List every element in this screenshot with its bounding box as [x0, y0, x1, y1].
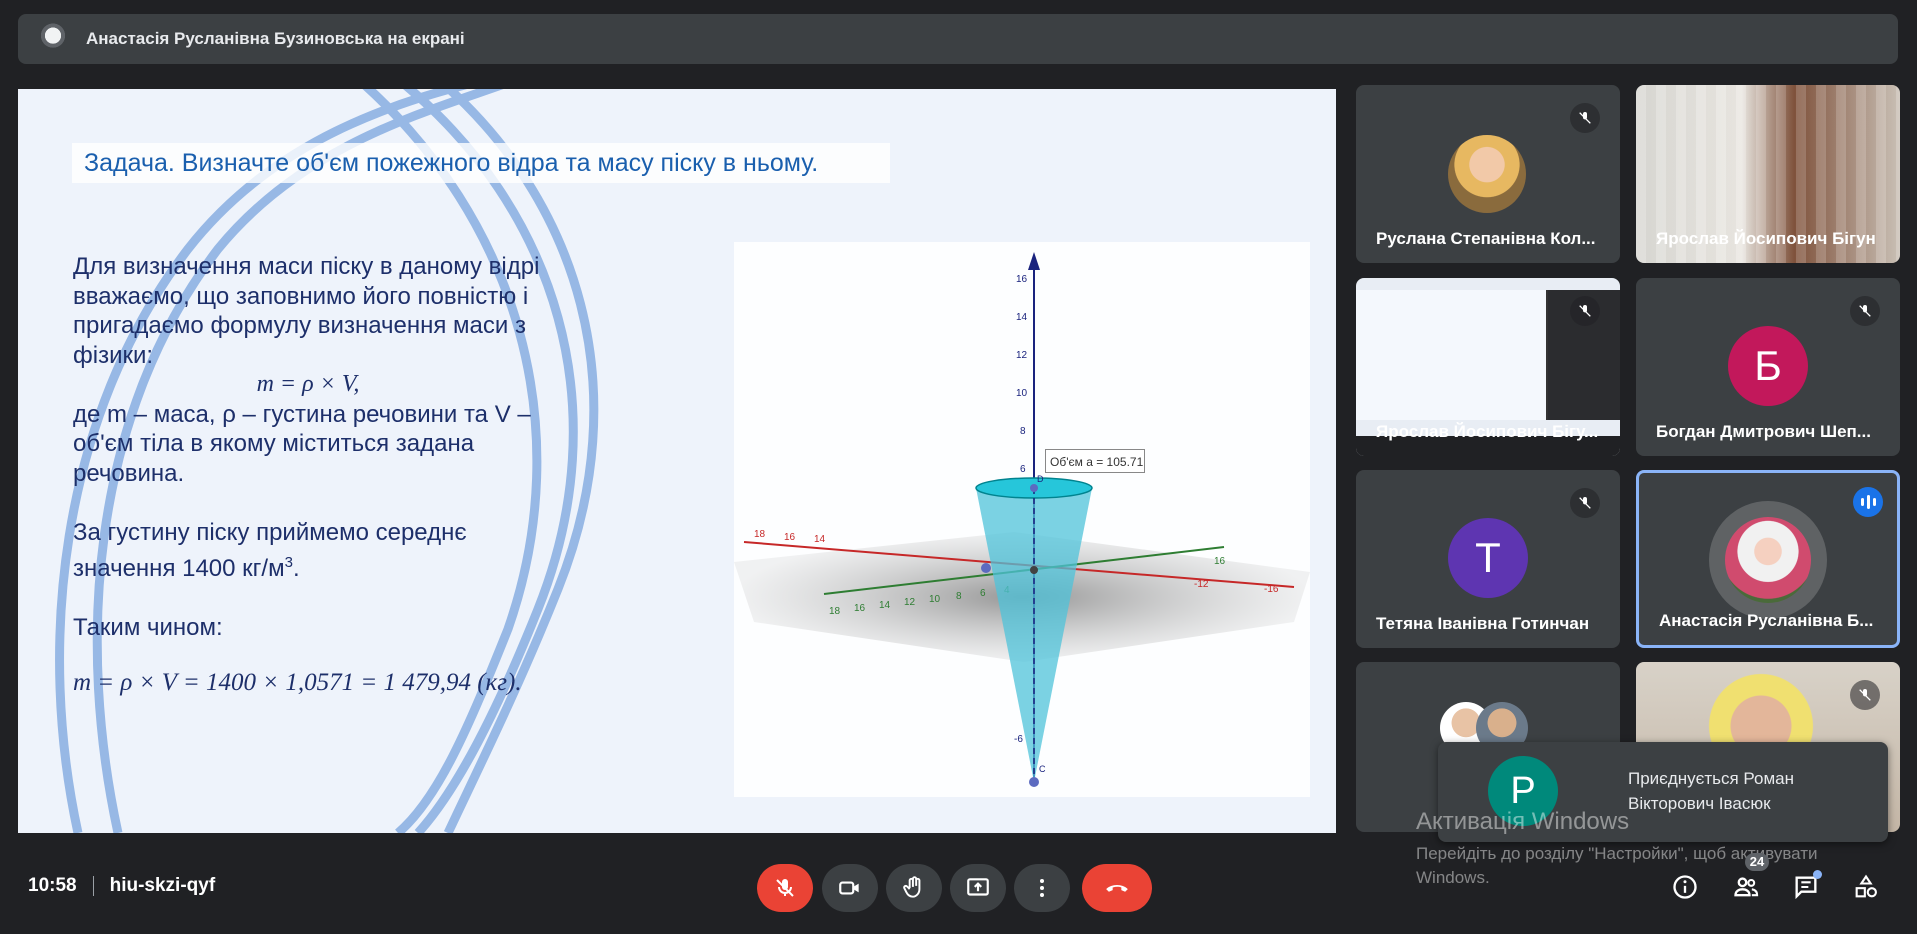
meeting-info: 10:58 hiu-skzi-qyf	[28, 875, 215, 897]
text-line: об'єм тіла в якому міститься задана	[73, 430, 475, 457]
camera-toggle-button[interactable]	[822, 864, 878, 912]
participant-name: Ярослав Йосипович Бігу...	[1376, 422, 1599, 441]
participant-tile[interactable]: Б Богдан Дмитрович Шеп...	[1636, 278, 1900, 456]
participant-initial: Б	[1728, 326, 1808, 406]
mic-off-icon	[1570, 488, 1600, 518]
svg-text:8: 8	[1020, 426, 1026, 437]
text-line: де m – маса, ρ – густина речовини та V –	[73, 400, 531, 428]
more-options-button[interactable]	[1014, 864, 1070, 912]
svg-text:C: C	[1039, 764, 1046, 774]
svg-text:D: D	[1037, 474, 1044, 484]
mic-off-icon	[1570, 103, 1600, 133]
participant-name: Тетяна Іванівна Готинчан	[1376, 614, 1590, 633]
screen-share-thumb	[1356, 290, 1548, 420]
end-call-icon	[1106, 885, 1128, 892]
camera-icon	[839, 881, 859, 895]
final-formula: m = ρ × V = 1400 × 1,0571 = 1 479,94 (кг…	[73, 668, 522, 696]
participant-tile[interactable]: Ярослав Йосипович Бігун	[1636, 85, 1900, 263]
participant-tile[interactable]: Ярослав Йосипович Бігу...	[1356, 278, 1620, 456]
info-icon	[1673, 875, 1697, 899]
density-line: значення 1400 кг/м3.	[73, 553, 300, 582]
svg-text:-6: -6	[1014, 734, 1023, 745]
mic-off-icon	[1850, 296, 1880, 326]
toast-line: Приєднується Роман	[1628, 769, 1794, 788]
raise-hand-icon	[903, 876, 921, 898]
speaking-icon	[1853, 487, 1883, 517]
svg-text:-12: -12	[1194, 579, 1209, 590]
participant-initial: T	[1448, 518, 1528, 598]
svg-text:10: 10	[1016, 388, 1028, 399]
participant-avatar	[1725, 517, 1811, 603]
mic-off-icon	[1570, 296, 1600, 326]
meeting-details-button[interactable]	[1669, 871, 1701, 903]
cone-3d-graph: 16 14 12 10 8 6 -6 18 16 14 -12 -16 18 1…	[734, 242, 1310, 797]
participant-avatar	[1448, 135, 1526, 213]
participant-tile[interactable]: T Тетяна Іванівна Готинчан	[1356, 470, 1620, 648]
svg-text:10: 10	[929, 594, 941, 605]
mic-off-icon	[1850, 680, 1880, 710]
mic-toggle-button[interactable]	[757, 864, 813, 912]
chat-unread-dot	[1813, 870, 1822, 879]
presentation-header: Анастасія Русланівна Бузиновська на екра…	[18, 14, 1898, 64]
svg-text:6: 6	[980, 588, 986, 599]
mic-off-icon	[776, 879, 794, 897]
slide-body: Для визначення маси піску в даному відрі…	[73, 252, 603, 697]
text-line: речовина.	[73, 459, 185, 487]
svg-text:-16: -16	[1264, 584, 1279, 595]
svg-text:16: 16	[784, 532, 796, 543]
present-icon	[967, 878, 989, 896]
present-button[interactable]	[950, 864, 1006, 912]
svg-text:12: 12	[904, 597, 916, 608]
text-line: пригадаємо формулу визначення маси з	[73, 312, 526, 339]
leave-call-button[interactable]	[1082, 864, 1152, 912]
svg-text:16: 16	[1214, 556, 1226, 567]
participant-tile[interactable]: Руслана Степанівна Кол...	[1356, 85, 1620, 263]
slide-title: Задача. Визначте об'єм пожежного відра т…	[72, 143, 890, 183]
participants-count-badge: 24	[1745, 853, 1769, 871]
text-line: фізики:	[73, 341, 154, 369]
clock: 10:58	[28, 875, 77, 896]
people-button[interactable]	[1730, 871, 1762, 903]
activities-icon	[1855, 874, 1877, 898]
svg-text:16: 16	[854, 603, 866, 614]
raise-hand-button[interactable]	[886, 864, 942, 912]
participant-name: Руслана Степанівна Кол...	[1376, 229, 1596, 248]
svg-text:18: 18	[829, 606, 841, 617]
text-line: За густину піску приймемо середнє	[73, 519, 467, 546]
svg-text:14: 14	[1016, 312, 1028, 323]
presenting-title: Анастасія Русланівна Бузиновська на екра…	[86, 29, 465, 48]
activities-button[interactable]	[1850, 871, 1882, 903]
volume-label: Об'єм a = 105.71	[1045, 449, 1145, 473]
svg-text:14: 14	[814, 534, 826, 545]
svg-text:16: 16	[1016, 274, 1028, 285]
mass-formula: m = ρ × V,	[256, 371, 360, 397]
participant-name: Богдан Дмитрович Шеп...	[1656, 422, 1871, 441]
svg-text:8: 8	[956, 591, 962, 602]
more-icon	[1040, 879, 1044, 897]
participant-tile-active[interactable]: Анастасія Русланівна Б...	[1636, 470, 1900, 648]
svg-text:12: 12	[1016, 350, 1028, 361]
text-line: вважаємо, що заповнимо його повністю і	[73, 282, 529, 310]
meeting-code: hiu-skzi-qyf	[109, 875, 216, 896]
participant-name: Анастасія Русланівна Б...	[1659, 611, 1874, 630]
svg-text:18: 18	[754, 529, 766, 540]
presenter-avatar	[36, 22, 70, 56]
people-icon	[1734, 877, 1759, 897]
svg-text:6: 6	[1020, 464, 1026, 475]
svg-text:14: 14	[879, 600, 891, 611]
text-line: Таким чином:	[73, 614, 223, 641]
text-line: Для визначення маси піску в даному відрі	[73, 253, 540, 280]
participant-name: Ярослав Йосипович Бігун	[1656, 229, 1876, 248]
